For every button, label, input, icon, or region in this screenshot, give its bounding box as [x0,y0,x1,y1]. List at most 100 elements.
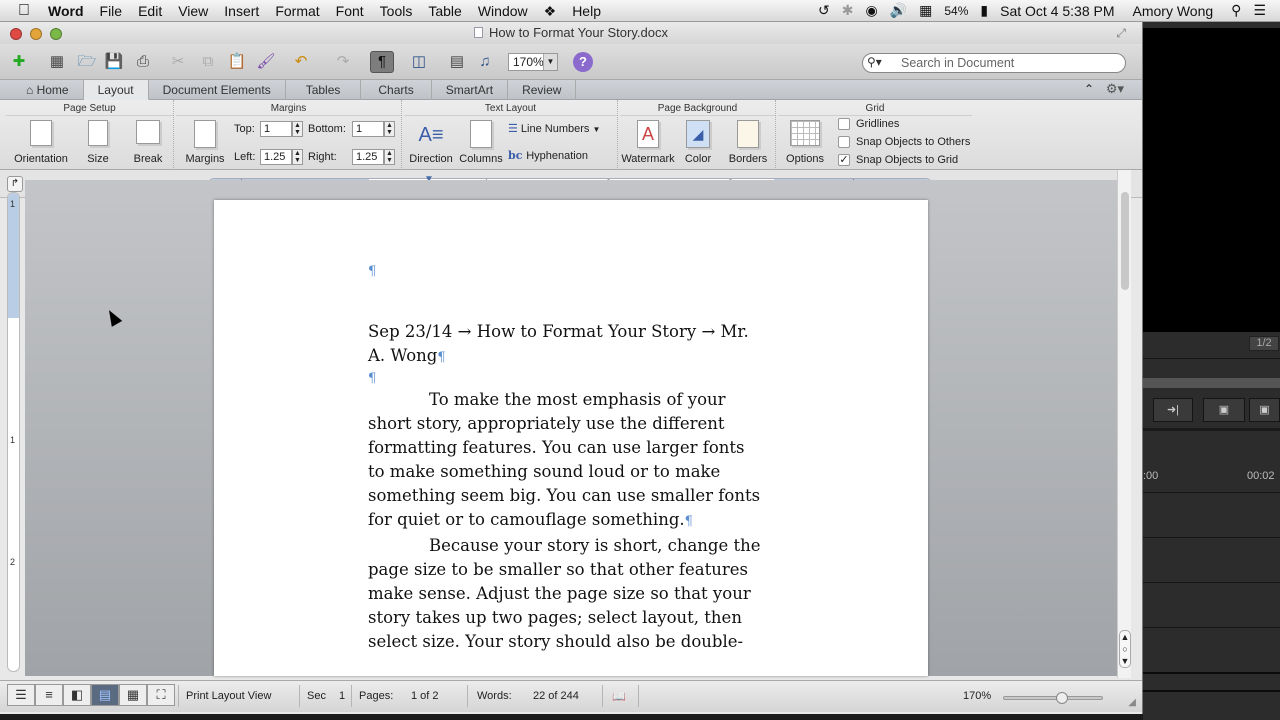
bluetooth-icon[interactable]: ✱ [836,2,860,19]
document-page[interactable]: ¶ Sep 23/14 → How to Format Your Story →… [214,200,928,676]
vertical-ruler[interactable]: 1 1 2 [7,192,20,672]
format-painter-icon[interactable]: 🖌 [255,52,277,72]
grid-options-button[interactable]: Options [784,120,826,165]
notebook-layout-view-icon[interactable]: ▦ [119,684,147,706]
insert-button[interactable]: ▣ [1203,398,1245,422]
right-margin-input[interactable]: 1.25 ▲ ▼ [352,149,395,165]
notification-center-icon[interactable]: ☰ [1247,2,1280,19]
chevron-down-icon[interactable]: ▼ [543,54,557,70]
pages-value[interactable]: 1 of 2 [411,690,439,702]
document-text[interactable]: ¶ Sep 23/14 → How to Format Your Story →… [368,200,788,654]
script-menu-icon[interactable]: ❖ [536,0,565,22]
menu-tools[interactable]: Tools [372,0,421,22]
cut-icon[interactable]: ✂ [167,52,189,72]
wifi-icon[interactable]: ◉ [859,2,883,19]
collapse-ribbon-icon[interactable]: ⌃ [1084,82,1094,96]
print-layout-view-icon[interactable]: ▤ [91,684,119,706]
menu-app-name[interactable]: Word [40,0,92,22]
menu-font[interactable]: Font [328,0,372,22]
left-margin-input[interactable]: 1.25 ▲ ▼ [260,149,303,165]
new-document-icon[interactable]: ✚ [8,52,30,72]
search-input[interactable]: ⚲▾ Search in Document [862,53,1126,73]
undo-icon[interactable]: ↶ [290,52,312,72]
spelling-status-icon[interactable]: 📖 [612,690,626,703]
apple-menu-icon[interactable]:  [0,0,40,22]
stepper-icon[interactable]: ▲ ▼ [292,121,303,137]
search-icon[interactable]: ⚲▾ [867,55,882,69]
sidebar-icon[interactable]: ◫ [408,52,430,72]
watermark-button[interactable]: A Watermark [620,120,676,165]
paste-icon[interactable]: 📋 [226,52,248,72]
template-gallery-icon[interactable]: ▦ [46,52,68,72]
draft-view-icon[interactable]: ☰ [7,684,35,706]
user-name[interactable]: Amory Wong [1121,3,1226,19]
line-numbers-button[interactable]: ☰ Line Numbers ▼ [508,122,600,135]
focus-view-icon[interactable]: ⛶ [147,684,175,706]
tab-smartart[interactable]: SmartArt [432,80,509,100]
size-button[interactable]: Size [80,120,116,165]
resize-grip-icon[interactable]: ◢ [1128,697,1136,708]
media-browser-icon[interactable]: ♫ [474,52,496,72]
menu-insert[interactable]: Insert [216,0,267,22]
direction-button[interactable]: A≡ Direction [406,120,456,165]
minimize-window-button[interactable] [30,28,42,40]
gridlines-checkbox[interactable] [838,118,850,130]
zoom-select[interactable]: 170% ▼ [508,53,558,71]
tab-charts[interactable]: Charts [361,80,432,100]
open-icon[interactable]: 🗁 [76,52,98,72]
tab-layout[interactable]: Layout [83,80,149,100]
menu-format[interactable]: Format [267,0,327,22]
stepper-icon[interactable]: ▲ ▼ [292,149,303,165]
browse-navigation-icon[interactable]: ▲ ○ ▼ [1119,630,1131,668]
menu-help[interactable]: Help [564,0,609,22]
bottom-margin-input[interactable]: 1 ▲ ▼ [352,121,395,137]
help-icon[interactable]: ? [573,52,593,72]
menu-table[interactable]: Table [420,0,469,22]
zoom-slider-knob[interactable] [1056,692,1068,704]
menu-file[interactable]: File [92,0,131,22]
fullscreen-icon[interactable]: ⤢ [1116,22,1126,44]
tab-review[interactable]: Review [508,80,577,100]
clock[interactable]: Sat Oct 4 5:38 PM [994,3,1120,19]
battery-percent[interactable]: 54% [938,4,974,18]
columns-button[interactable]: Columns [458,120,504,165]
redo-icon[interactable]: ↷ [332,52,354,72]
tab-tables[interactable]: Tables [286,80,362,100]
save-icon[interactable]: 💾 [103,52,125,72]
hyphenation-button[interactable]: bc Hyphenation [508,149,588,162]
time-machine-icon[interactable]: ↺ [812,2,836,19]
menu-edit[interactable]: Edit [130,0,170,22]
words-value[interactable]: 22 of 244 [533,690,579,702]
orientation-button[interactable]: Orientation [10,120,72,165]
break-button[interactable]: Break [130,120,166,165]
snap-to-edge-button[interactable]: ➜| [1153,398,1193,422]
overwrite-button[interactable]: ▣ [1249,398,1280,422]
battery-icon[interactable]: ▮ [974,2,994,19]
menu-view[interactable]: View [170,0,216,22]
spotlight-icon[interactable]: ⚲ [1225,2,1247,19]
menu-window[interactable]: Window [470,0,536,22]
zoom-window-button[interactable] [50,28,62,40]
show-formatting-marks-icon[interactable]: ¶ [370,51,394,73]
margins-button[interactable]: Margins [182,120,228,165]
ribbon-settings-gear-icon[interactable]: ⚙▾ [1106,81,1124,97]
top-margin-input[interactable]: 1 ▲ ▼ [260,121,303,137]
scrollbar-thumb[interactable] [1121,192,1129,290]
outline-view-icon[interactable]: ≡ [35,684,63,706]
print-icon[interactable]: ⎙ [132,52,154,72]
stepper-icon[interactable]: ▲ ▼ [384,121,395,137]
tab-document-elements[interactable]: Document Elements [149,80,286,100]
snap-objects-to-others-checkbox[interactable] [838,136,850,148]
calendar-icon[interactable]: ▦ [913,2,938,19]
volume-icon[interactable]: 🔊 [884,2,913,19]
stepper-icon[interactable]: ▲ ▼ [384,149,395,165]
borders-button[interactable]: Borders [726,120,770,165]
tab-stop-selector-icon[interactable]: ↱ [7,176,23,192]
vertical-scrollbar[interactable]: ▲ ○ ▼ [1117,170,1131,678]
zoom-slider[interactable] [1003,692,1103,704]
copy-icon[interactable]: ⧉ [197,52,219,72]
tab-home[interactable]: ⌂ Home [0,80,84,100]
publishing-layout-view-icon[interactable]: ◧ [63,684,91,706]
close-window-button[interactable] [10,28,22,40]
snap-objects-to-grid-checkbox[interactable]: ✓ [838,154,850,166]
